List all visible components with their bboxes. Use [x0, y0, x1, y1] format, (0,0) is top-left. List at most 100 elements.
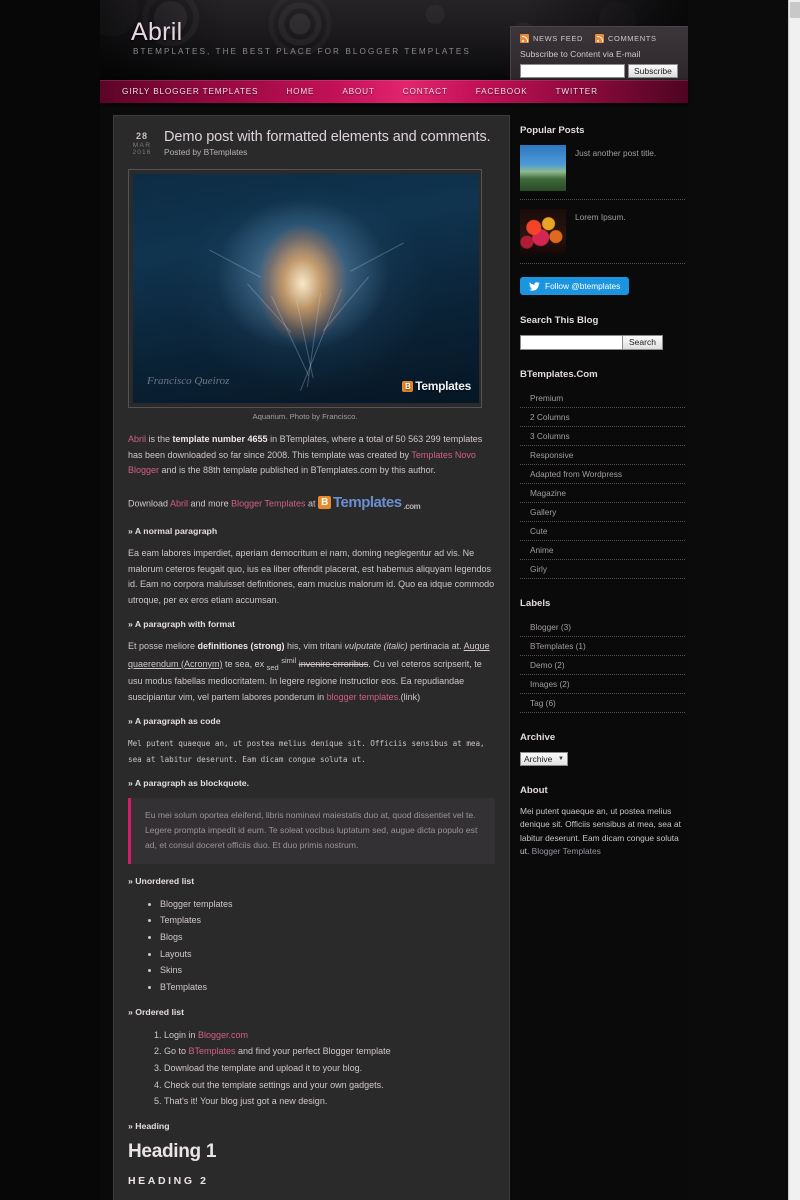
scrollbar-thumb[interactable]	[790, 2, 800, 18]
archive-dropdown[interactable]: Archive ▼	[520, 751, 568, 766]
search-button[interactable]: Search	[622, 334, 663, 350]
widget-about: About Mei putent quaeque an, ut postea m…	[520, 785, 685, 859]
nav-item-contact[interactable]: CONTACT	[403, 87, 448, 96]
post-image-frame: Francisco Queiroz Templates	[128, 169, 482, 409]
twitter-follow-label: Follow @btemplates	[545, 281, 621, 291]
popular-post-thumbnail	[520, 209, 566, 255]
blog-post: 28 MAR 2016 Demo post with formatted ele…	[113, 115, 510, 1200]
post-image-jellyfish[interactable]: Francisco Queiroz Templates	[133, 174, 479, 404]
sidebar-link-2-columns[interactable]: 2 Columns	[520, 408, 685, 427]
widget-labels: Labels Blogger (3) BTemplates (1) Demo (…	[520, 598, 685, 713]
blogger-templates-inline-link[interactable]: blogger templates.	[327, 692, 401, 702]
sidebar-link-cute[interactable]: Cute	[520, 522, 685, 541]
label-tag[interactable]: Tag (6)	[520, 694, 685, 713]
list-item: Blogs	[160, 929, 495, 946]
subscribe-widget: NEWS FEED COMMENTS Subscribe to Content …	[510, 26, 688, 80]
blockquote: Eu mei solum oportea eleifend, libris no…	[128, 797, 495, 864]
post-author: Posted by BTemplates	[164, 147, 248, 157]
heading-ordered-list: » Ordered list	[128, 1006, 185, 1017]
unordered-list: Blogger templates Templates Blogs Layout…	[128, 896, 495, 996]
normal-paragraph: Ea eam labores imperdiet, aperiam democr…	[128, 548, 495, 605]
btemplates-link[interactable]: BTemplates	[189, 1046, 236, 1056]
comments-feed-link[interactable]: COMMENTS	[595, 34, 657, 43]
nav-item-twitter[interactable]: TWITTER	[556, 87, 598, 96]
label-demo[interactable]: Demo (2)	[520, 656, 685, 675]
post-header: 28 MAR 2016 Demo post with formatted ele…	[128, 129, 495, 157]
about-blogger-templates-link[interactable]: Blogger Templates	[532, 846, 601, 856]
subscribe-button[interactable]: Subscribe	[628, 64, 678, 78]
ordered-list: Login in Blogger.com Go to BTemplates an…	[128, 1027, 495, 1110]
blog-description: BTEMPLATES, THE BEST PLACE FOR BLOGGER T…	[133, 47, 471, 56]
image-watermark: Templates	[402, 379, 471, 393]
label-blogger[interactable]: Blogger (3)	[520, 618, 685, 637]
search-form: Search	[520, 334, 685, 350]
sidebar-link-anime[interactable]: Anime	[520, 541, 685, 560]
subscribe-instruction: Subscribe to Content via E-mail	[520, 49, 641, 59]
search-input[interactable]	[520, 334, 622, 350]
heading-unordered-list: » Unordered list	[128, 875, 195, 886]
sidebar-link-girly[interactable]: Girly	[520, 560, 685, 579]
news-feed-label: NEWS FEED	[533, 34, 583, 43]
archive-selected-value: Archive	[524, 753, 553, 764]
label-btemplates[interactable]: BTemplates (1)	[520, 637, 685, 656]
heading-headings: » Heading	[128, 1120, 170, 1131]
news-feed-link[interactable]: NEWS FEED	[520, 34, 583, 43]
blog-wrapper: Abril BTEMPLATES, THE BEST PLACE FOR BLO…	[100, 0, 688, 1200]
popular-post-title[interactable]: Lorem Ipsum.	[575, 209, 626, 224]
list-item: Go to BTemplates and find your perfect B…	[164, 1043, 495, 1060]
post-date-year: 2016	[132, 149, 152, 157]
nav-item-girly-blogger-templates[interactable]: GIRLY BLOGGER TEMPLATES	[122, 87, 258, 96]
format-paragraph: Et posse meliore definitiones (strong) h…	[128, 641, 490, 702]
image-signature: Francisco Queiroz	[147, 375, 230, 388]
widget-popular-posts: Popular Posts Just another post title. L…	[520, 125, 685, 296]
list-item: Layouts	[160, 946, 495, 963]
site-header: Abril BTEMPLATES, THE BEST PLACE FOR BLO…	[100, 0, 688, 80]
vertical-scrollbar[interactable]	[788, 0, 800, 1200]
nav-item-about[interactable]: ABOUT	[342, 87, 374, 96]
nav-item-facebook[interactable]: FACEBOOK	[476, 87, 528, 96]
content-area: 28 MAR 2016 Demo post with formatted ele…	[100, 103, 688, 1200]
widget-archive: Archive Archive ▼	[520, 732, 685, 766]
right-gutter	[688, 0, 788, 1200]
popular-post-item[interactable]: Just another post title.	[520, 145, 685, 200]
sidebar-link-adapted-from-wordpress[interactable]: Adapted from Wordpress	[520, 465, 685, 484]
code-block: Mel putent quaeque an, ut postea melius …	[128, 739, 485, 764]
post-title[interactable]: Demo post with formatted elements and co…	[164, 129, 495, 145]
btemplates-link-list: Premium 2 Columns 3 Columns Responsive A…	[520, 389, 685, 579]
list-item: BTemplates	[160, 979, 495, 996]
post-image-caption: Aquarium. Photo by Francisco.	[252, 412, 358, 422]
nav-item-home[interactable]: HOME	[286, 87, 314, 96]
list-item: That's it! Your blog just got a new desi…	[164, 1093, 495, 1110]
twitter-follow-button[interactable]: Follow @btemplates	[520, 277, 630, 295]
popular-posts-title: Popular Posts	[520, 125, 585, 136]
sidebar-link-gallery[interactable]: Gallery	[520, 503, 685, 522]
blogger-templates-link[interactable]: Blogger Templates	[231, 498, 305, 508]
popular-post-title[interactable]: Just another post title.	[575, 145, 656, 160]
popular-post-thumbnail	[520, 145, 566, 191]
sidebar-link-responsive[interactable]: Responsive	[520, 446, 685, 465]
labels-list: Blogger (3) BTemplates (1) Demo (2) Imag…	[520, 618, 685, 713]
comments-feed-label: COMMENTS	[608, 34, 657, 43]
label-images[interactable]: Images (2)	[520, 675, 685, 694]
btemplates-logo[interactable]: Templates.com	[317, 490, 421, 516]
labels-title: Labels	[520, 597, 551, 609]
popular-post-item[interactable]: Lorem Ipsum.	[520, 209, 685, 264]
subscribe-form: Subscribe	[520, 64, 679, 78]
heading-normal-paragraph: » A normal paragraph	[128, 526, 218, 537]
download-abril-link[interactable]: Abril	[170, 498, 188, 508]
btemplates-title: BTemplates.Com	[520, 368, 598, 380]
sidebar-link-3-columns[interactable]: 3 Columns	[520, 427, 685, 446]
abril-link[interactable]: Abril	[128, 434, 146, 444]
sidebar: Popular Posts Just another post title. L…	[510, 103, 685, 1200]
download-paragraph: Download Abril and more Blogger Template…	[128, 490, 495, 516]
blog-title[interactable]: Abril	[131, 18, 183, 47]
demo-heading-2: HEADING 2	[128, 1174, 209, 1187]
chevron-down-icon: ▼	[558, 755, 564, 762]
search-title: Search This Blog	[520, 314, 599, 326]
sidebar-link-magazine[interactable]: Magazine	[520, 484, 685, 503]
sidebar-link-premium[interactable]: Premium	[520, 389, 685, 408]
subscribe-email-input[interactable]	[520, 64, 625, 78]
post-date: 28 MAR 2016	[128, 129, 156, 157]
blogger-com-link[interactable]: Blogger.com	[198, 1030, 248, 1040]
list-item: Check out the template settings and your…	[164, 1077, 495, 1094]
